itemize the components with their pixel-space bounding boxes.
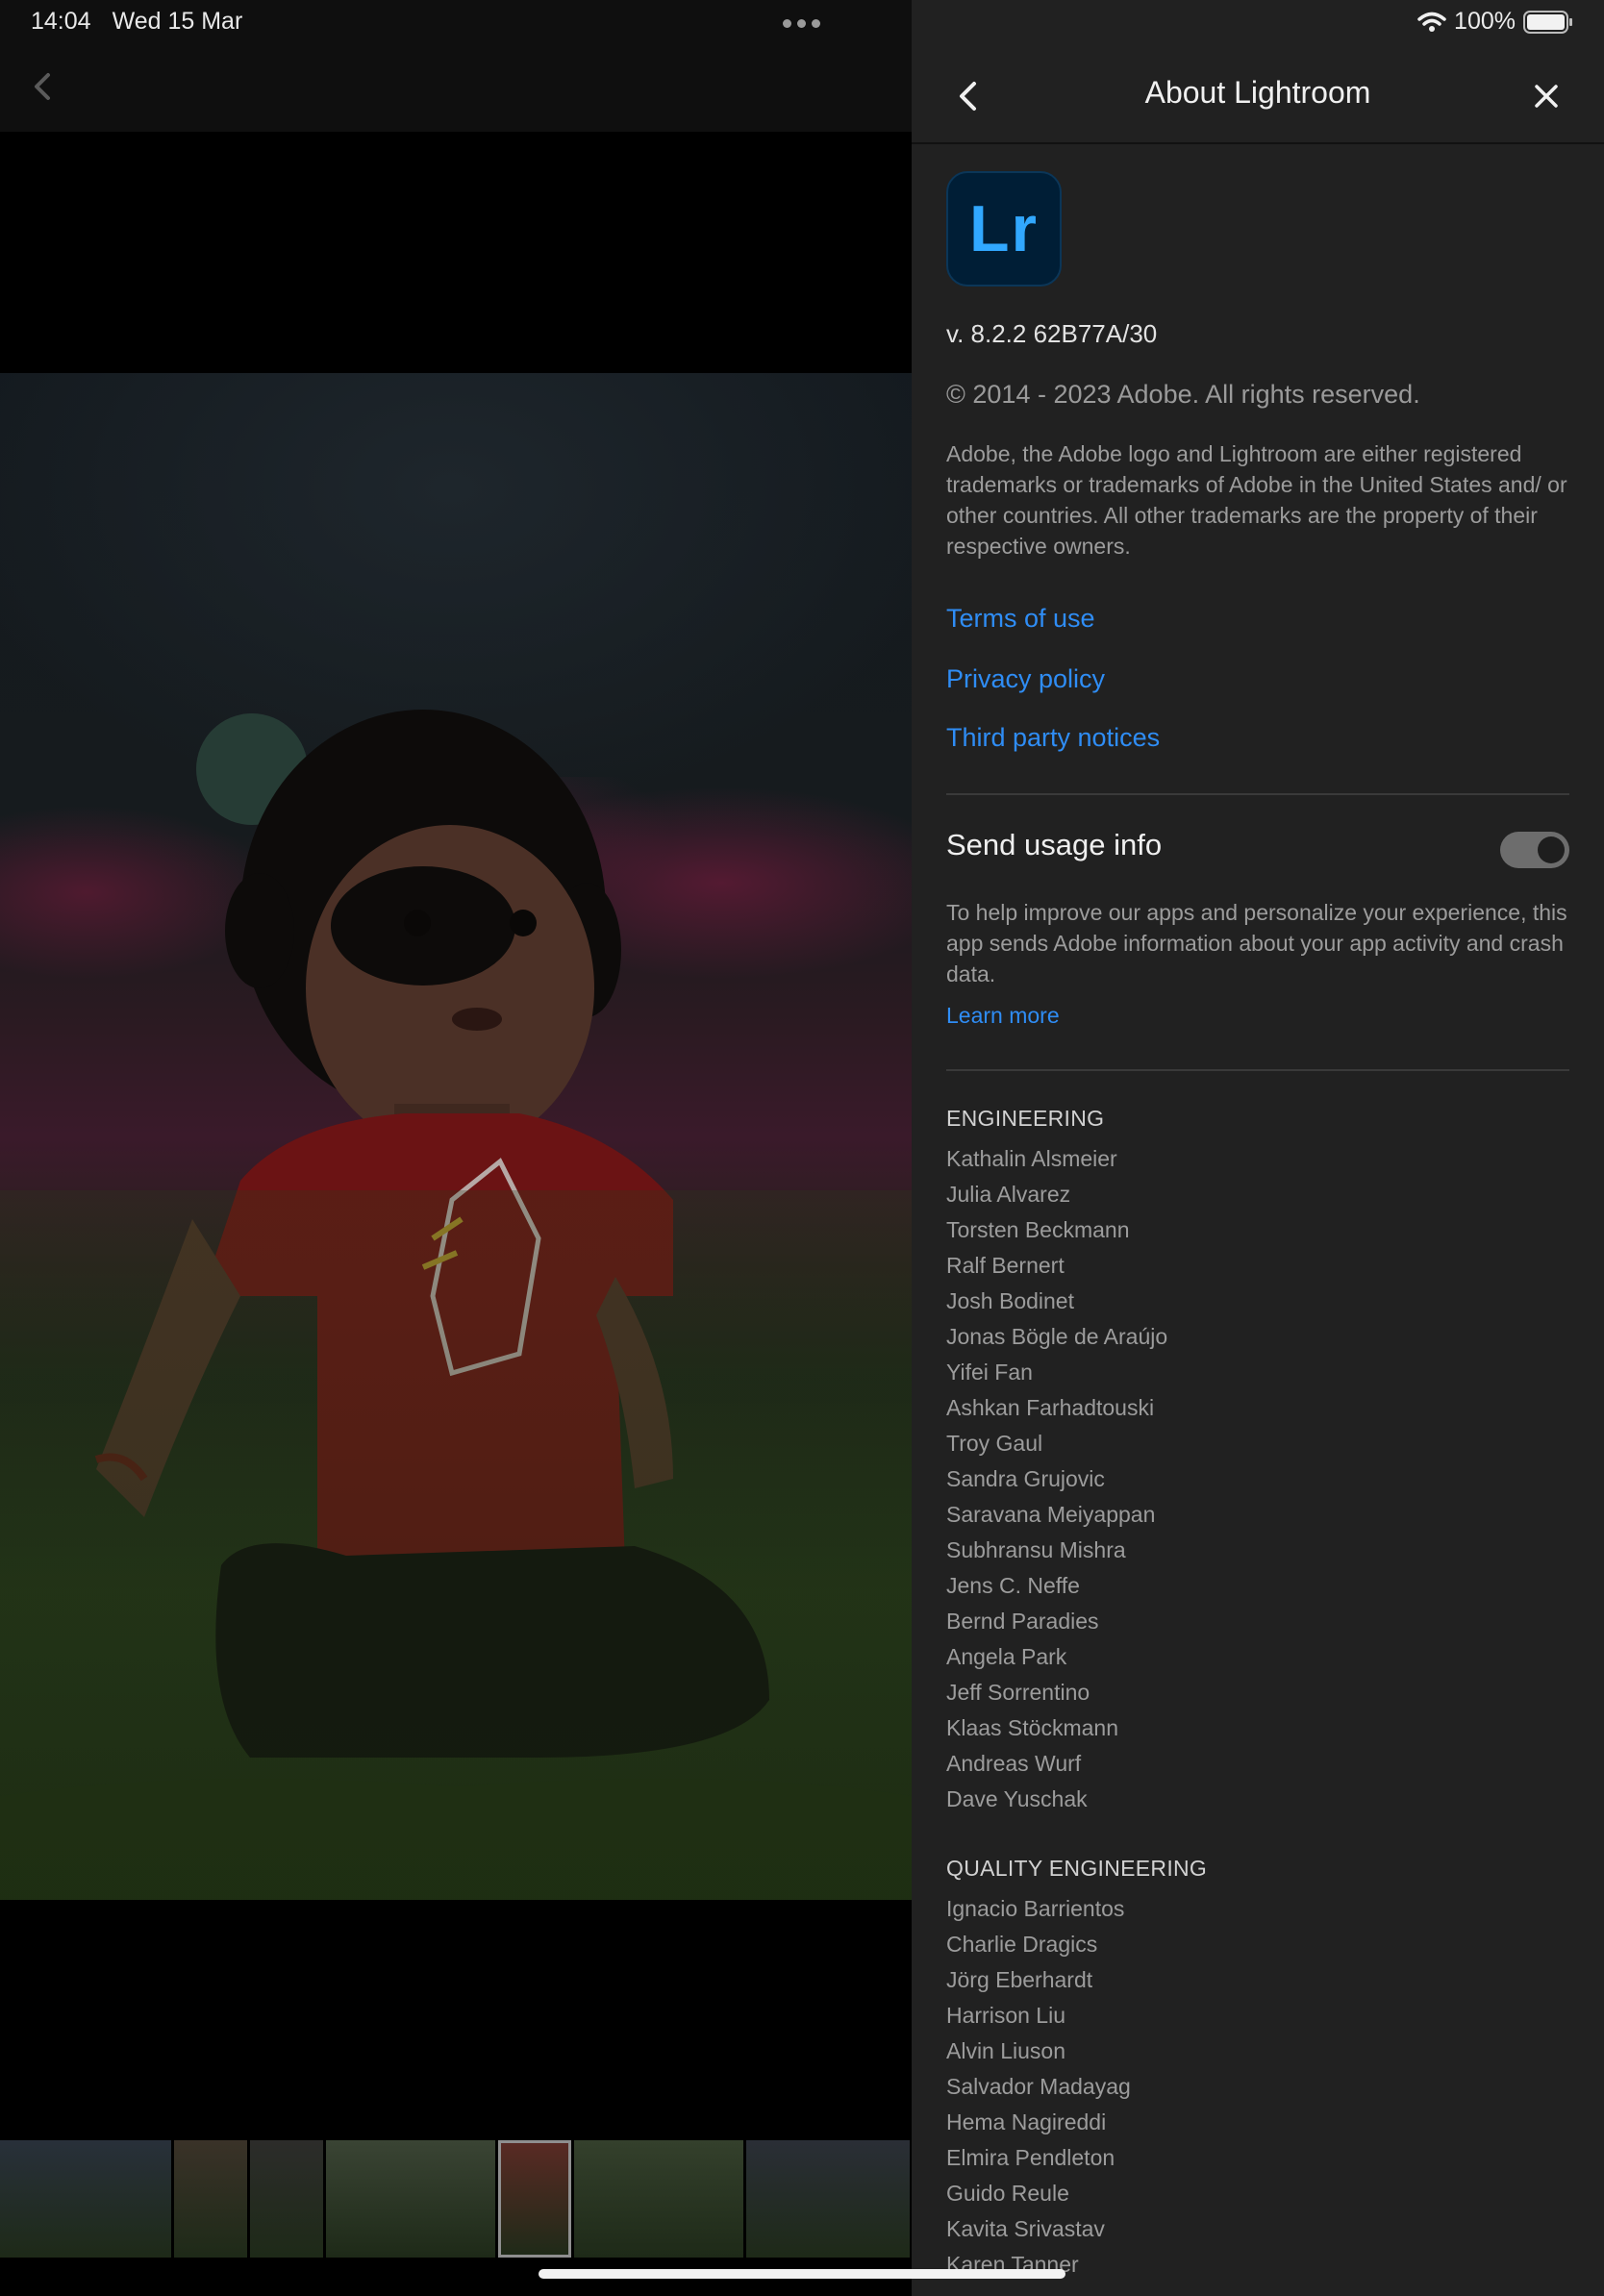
credit-name: Charlie Dragics xyxy=(946,1932,1098,1957)
divider xyxy=(946,1069,1569,1071)
usage-info-description: To help improve our apps and personalize… xyxy=(946,900,1567,986)
engineering-section: ENGINEERING Kathalin Alsmeier Julia Alvar… xyxy=(946,1106,1569,1817)
panel-title: About Lightroom xyxy=(1144,75,1371,110)
filmstrip-thumbnail[interactable] xyxy=(326,2140,495,2258)
filmstrip-thumbnail[interactable] xyxy=(250,2140,323,2258)
filmstrip-thumbnail[interactable] xyxy=(746,2140,910,2258)
chevron-left-icon xyxy=(35,73,50,100)
credit-name: Ignacio Barrientos xyxy=(946,1896,1125,1921)
third-party-notices-link[interactable]: Third party notices xyxy=(946,723,1569,753)
filmstrip-thumbnail[interactable] xyxy=(174,2140,247,2258)
viewer-back-button[interactable] xyxy=(25,67,63,106)
about-content: Lr v. 8.2.2 62B77A/30 © 2014 - 2023 Adob… xyxy=(946,171,1569,2283)
learn-more-link[interactable]: Learn more xyxy=(946,1003,1569,1029)
section-heading: ENGINEERING xyxy=(946,1106,1105,1131)
status-time: 14:04 xyxy=(31,8,91,35)
credit-name: Kathalin Alsmeier xyxy=(946,1146,1117,1171)
main-photo[interactable] xyxy=(0,373,912,1900)
quality-engineering-section: QUALITY ENGINEERING Ignacio Barrientos Ch… xyxy=(946,1856,1569,2283)
credit-name: Klaas Stöckmann xyxy=(946,1715,1118,1740)
filmstrip-thumbnail[interactable] xyxy=(498,2140,571,2258)
terms-of-use-link[interactable]: Terms of use xyxy=(946,604,1569,634)
filmstrip xyxy=(0,2140,912,2258)
credit-name: Yifei Fan xyxy=(946,1360,1033,1385)
credit-name: Jonas Bögle de Araújo xyxy=(946,1324,1168,1349)
copyright-text: © 2014 - 2023 Adobe. All rights reserved… xyxy=(946,380,1420,409)
trademark-text: Adobe, the Adobe logo and Lightroom are … xyxy=(946,441,1567,559)
more-dots-icon[interactable] xyxy=(777,13,825,33)
credit-name: Jörg Eberhardt xyxy=(946,1967,1093,1992)
credit-name: Saravana Meiyappan xyxy=(946,1502,1156,1527)
child-photo-illustration xyxy=(0,710,912,1900)
panel-close-button[interactable] xyxy=(1527,77,1566,115)
credit-name: Andreas Wurf xyxy=(946,1751,1082,1776)
credit-name: Jens C. Neffe xyxy=(946,1573,1080,1598)
credit-name: Ashkan Farhadtouski xyxy=(946,1395,1155,1420)
credit-name: Elmira Pendleton xyxy=(946,2145,1115,2170)
credit-name: Subhransu Mishra xyxy=(946,1537,1126,1562)
credit-name: Ralf Bernert xyxy=(946,1253,1065,1278)
credit-name: Troy Gaul xyxy=(946,1431,1043,1456)
battery-percentage: 100% xyxy=(1454,8,1516,35)
credit-name: Harrison Liu xyxy=(946,2003,1065,2028)
credit-name: Torsten Beckmann xyxy=(946,1217,1130,1242)
filmstrip-thumbnail[interactable] xyxy=(0,2140,171,2258)
battery-icon xyxy=(1523,10,1572,34)
viewer-toolbar: 14:04 Wed 15 Mar xyxy=(0,0,912,132)
status-bar-right: 100% xyxy=(1417,8,1573,36)
credit-name: Hema Nagireddi xyxy=(946,2109,1107,2134)
credit-name: Guido Reule xyxy=(946,2181,1069,2206)
divider xyxy=(946,793,1569,795)
credit-name: Josh Bodinet xyxy=(946,1288,1074,1313)
credit-name: Jeff Sorrentino xyxy=(946,1680,1090,1705)
credit-name: Julia Alvarez xyxy=(946,1182,1071,1207)
wifi-icon xyxy=(1417,12,1446,32)
panel-header: About Lightroom xyxy=(912,58,1604,144)
credit-name: Sandra Grujovic xyxy=(946,1466,1105,1491)
close-icon xyxy=(1535,85,1558,108)
credit-name: Bernd Paradies xyxy=(946,1609,1099,1634)
section-heading: QUALITY ENGINEERING xyxy=(946,1856,1208,1881)
lightroom-logo: Lr xyxy=(946,171,1062,287)
privacy-policy-link[interactable]: Privacy policy xyxy=(946,664,1569,694)
version-text: v. 8.2.2 62B77A/30 xyxy=(946,319,1158,348)
engineering-names-list: Kathalin Alsmeier Julia Alvarez Torsten Be… xyxy=(946,1141,1569,1817)
credit-name: Angela Park xyxy=(946,1644,1067,1669)
home-indicator[interactable] xyxy=(539,2269,1065,2279)
status-date: Wed 15 Mar xyxy=(112,8,243,35)
quality-engineering-names-list: Ignacio Barrientos Charlie Dragics Jörg Eb… xyxy=(946,1891,1569,2283)
credit-name: Kavita Srivastav xyxy=(946,2216,1105,2241)
credit-name: Alvin Liuson xyxy=(946,2038,1066,2063)
photo-viewer: 14:04 Wed 15 Mar xyxy=(0,0,912,2296)
logo-text: Lr xyxy=(969,192,1039,265)
usage-info-row: Send usage info xyxy=(946,828,1569,870)
about-panel: 100% About Lightroom Lr v. 8.2.2 62B77A/… xyxy=(912,0,1604,2296)
status-bar-time: 14:04 Wed 15 Mar xyxy=(31,8,263,36)
credit-name: Dave Yuschak xyxy=(946,1786,1088,1811)
usage-info-toggle[interactable] xyxy=(1500,832,1569,868)
filmstrip-thumbnail[interactable] xyxy=(574,2140,743,2258)
usage-info-label: Send usage info xyxy=(946,828,1163,861)
credit-name: Salvador Madayag xyxy=(946,2074,1131,2099)
